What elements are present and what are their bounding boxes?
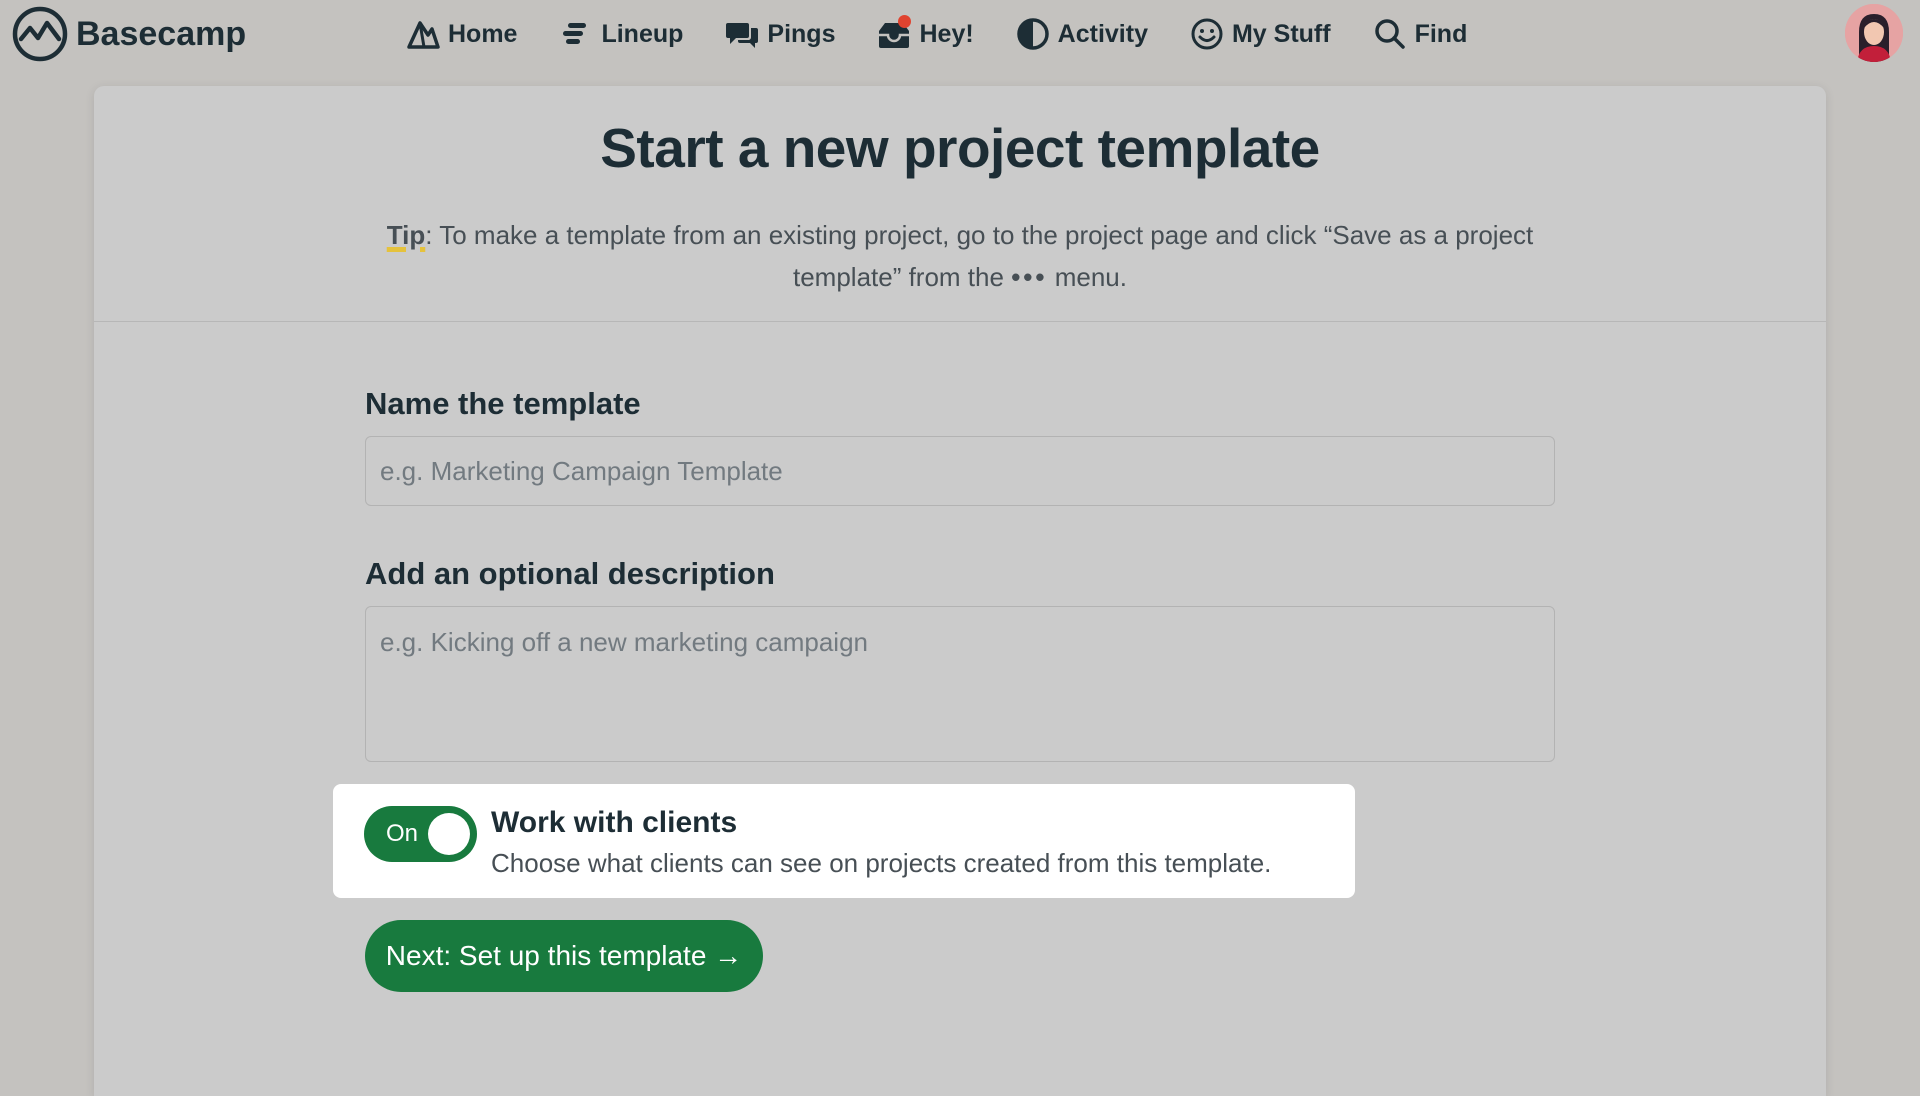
tip-label: Tip [386, 220, 426, 250]
nav-hey[interactable]: Hey! [877, 15, 974, 51]
nav-find[interactable]: Find [1373, 17, 1468, 51]
basecamp-logo-icon [12, 6, 68, 62]
main-nav: Home Lineup Pings Hey! Activity My Stuff… [406, 12, 1467, 56]
search-icon [1373, 17, 1407, 51]
nav-pings-label: Pings [767, 19, 836, 48]
next-setup-template-button[interactable]: Next: Set up this template → [365, 920, 763, 992]
nav-find-label: Find [1414, 19, 1468, 48]
tip-text-before: : To make a template from an existing pr… [425, 220, 1534, 292]
new-template-card: Start a new project template Tip: To mak… [94, 86, 1826, 1096]
tip-text-after: menu. [1047, 262, 1127, 292]
clients-description: Choose what clients can see on projects … [491, 848, 1272, 878]
user-avatar[interactable] [1845, 4, 1903, 62]
template-name-input[interactable] [365, 436, 1555, 506]
lineup-icon [559, 17, 593, 51]
template-description-input[interactable] [365, 606, 1555, 762]
hey-icon [877, 15, 912, 51]
nav-lineup-label: Lineup [601, 19, 684, 48]
basecamp-logo[interactable]: Basecamp [12, 6, 247, 62]
clients-toggle[interactable]: On [364, 806, 477, 862]
work-with-clients-panel: On Work with clients Choose what clients… [333, 784, 1355, 898]
tip-text: Tip: To make a template from an existing… [360, 214, 1560, 298]
nav-my-stuff[interactable]: My Stuff [1190, 17, 1331, 51]
card-header: Start a new project template Tip: To mak… [94, 86, 1826, 322]
nav-home-label: Home [448, 19, 518, 48]
more-menu-dots: ••• [1011, 262, 1048, 292]
nav-hey-label: Hey! [919, 19, 974, 48]
name-field-label: Name the template [365, 386, 641, 421]
my-stuff-icon [1190, 17, 1224, 51]
home-icon [406, 17, 440, 51]
activity-icon [1016, 17, 1050, 51]
top-navigation-bar: Basecamp Home Lineup Pings Hey! Activity… [0, 0, 1920, 70]
nav-activity-label: Activity [1057, 19, 1148, 48]
avatar-image [1845, 4, 1903, 62]
app-name: Basecamp [76, 14, 247, 53]
nav-pings[interactable]: Pings [725, 17, 835, 51]
nav-activity[interactable]: Activity [1016, 17, 1148, 51]
template-form: Name the template Add an optional descri… [365, 386, 1555, 767]
toggle-state-label: On [386, 820, 419, 847]
nav-lineup[interactable]: Lineup [559, 17, 683, 51]
page-title: Start a new project template [600, 117, 1320, 179]
nav-home[interactable]: Home [406, 17, 517, 51]
nav-my-stuff-label: My Stuff [1231, 19, 1331, 48]
clients-title: Work with clients [491, 806, 738, 839]
toggle-knob [428, 813, 470, 855]
pings-icon [725, 17, 759, 51]
description-field-label: Add an optional description [365, 556, 775, 591]
